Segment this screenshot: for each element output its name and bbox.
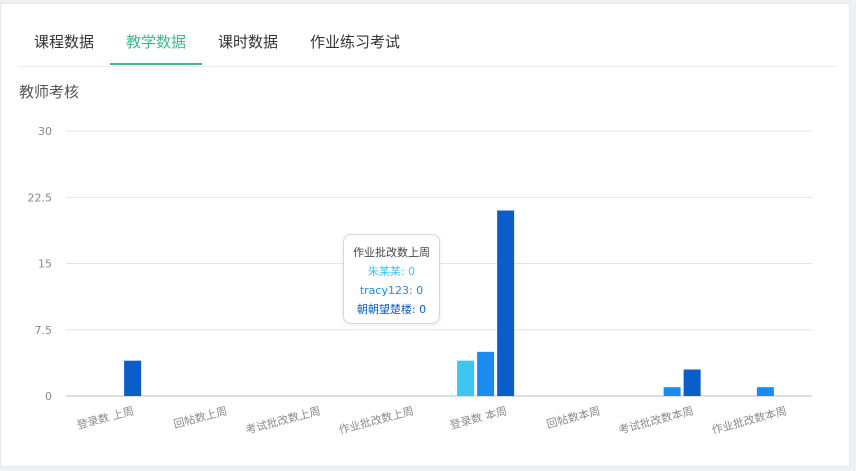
chart-tooltip: 作业批改数上周 朱某某: 0 tracy123: 0 朝朝望楚楼: 0 xyxy=(343,234,440,324)
bar-1[interactable] xyxy=(457,360,475,396)
x-tick-label: 登录数 本周 xyxy=(448,403,508,432)
bar-2[interactable] xyxy=(663,387,681,396)
bar-3[interactable] xyxy=(124,360,142,396)
tooltip-line-series-3: 朝朝望楚楼: 0 xyxy=(356,303,427,316)
x-tick-label: 作业批改数上周 xyxy=(337,403,415,436)
y-tick-label: 30 xyxy=(38,125,52,138)
y-tick-label: 0 xyxy=(45,390,52,403)
x-tick-label: 考试批改数上周 xyxy=(244,403,322,436)
bar-3[interactable] xyxy=(497,210,515,397)
x-tick-label: 考试批改数本周 xyxy=(617,403,695,436)
bar-2[interactable] xyxy=(756,387,774,396)
x-tick-label: 回帖数本周 xyxy=(545,403,602,431)
tooltip-line-series-1: 朱某某: 0 xyxy=(367,265,416,278)
y-tick-label: 22.5 xyxy=(28,191,53,204)
tooltip-title: 作业批改数上周 xyxy=(353,246,430,259)
y-tick-label: 15 xyxy=(38,258,52,271)
bar-3[interactable] xyxy=(683,369,701,397)
tooltip-line-series-2: tracy123: 0 xyxy=(359,284,424,297)
x-tick-label: 作业批改数本周 xyxy=(710,403,788,436)
bar-2[interactable] xyxy=(477,351,495,396)
y-tick-label: 7.5 xyxy=(35,324,53,337)
x-tick-label: 登录数 上周 xyxy=(75,403,135,432)
x-tick-label: 回帖数上周 xyxy=(172,404,228,431)
